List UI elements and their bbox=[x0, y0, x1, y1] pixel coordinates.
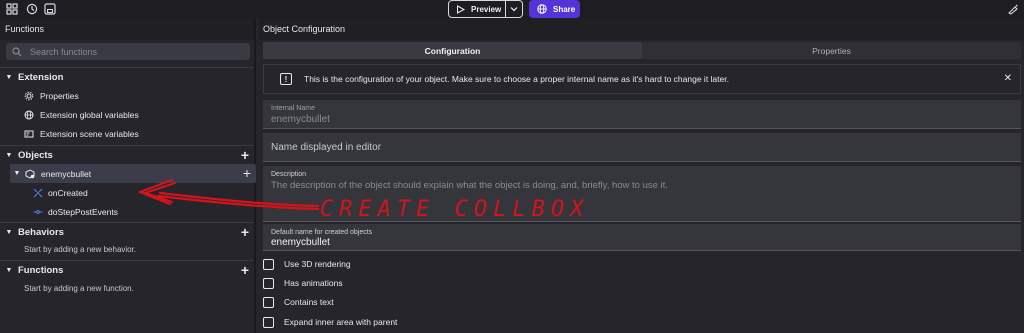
object-configuration-panel: Object Configuration Configuration Prope… bbox=[258, 18, 1024, 333]
checkbox-label: Use 3D rendering bbox=[284, 259, 351, 269]
share-button[interactable]: Share bbox=[529, 0, 580, 18]
functions-panel: Functions ▼ Extension Properties Extensi… bbox=[0, 18, 256, 333]
function-icon bbox=[33, 188, 43, 197]
save-icon[interactable] bbox=[43, 2, 57, 16]
preview-label: Preview bbox=[471, 4, 502, 14]
preview-dropdown-button[interactable] bbox=[506, 1, 522, 17]
checkbox-contains-text[interactable]: Contains text bbox=[263, 295, 334, 309]
gear-icon bbox=[24, 91, 34, 100]
checkbox-use-3d-rendering[interactable]: Use 3D rendering bbox=[263, 257, 351, 271]
add-function-icon[interactable]: + bbox=[241, 262, 249, 278]
play-icon bbox=[457, 4, 465, 14]
default-name-field[interactable]: Default name for created objects enemycb… bbox=[263, 224, 1021, 251]
chevron-down-icon: ▼ bbox=[5, 228, 13, 236]
history-icon[interactable] bbox=[25, 2, 39, 16]
display-name-field[interactable]: Name displayed in editor bbox=[263, 133, 1021, 162]
chevron-down-icon: ▼ bbox=[5, 151, 13, 159]
grid-icon[interactable] bbox=[5, 2, 19, 16]
function-label: onCreated bbox=[48, 187, 88, 198]
checkbox-box[interactable] bbox=[263, 277, 274, 289]
checkbox-box[interactable] bbox=[263, 258, 274, 270]
info-banner: ! This is the configuration of your obje… bbox=[263, 64, 1021, 94]
object-name: enemycbullet bbox=[41, 168, 92, 179]
checkbox-expand-inner-area[interactable]: Expand inner area with parent bbox=[263, 315, 397, 329]
extension-item-label: Extension global variables bbox=[40, 109, 139, 120]
section-behaviors[interactable]: ▼ Behaviors + bbox=[0, 222, 254, 241]
add-object-function-icon[interactable]: + bbox=[243, 165, 251, 181]
close-icon[interactable]: ✕ bbox=[1004, 73, 1012, 84]
share-label: Share bbox=[553, 4, 576, 14]
extension-item-properties[interactable]: Properties bbox=[0, 86, 254, 105]
object-function-dosteppostevents[interactable]: doStepPostEvents bbox=[0, 202, 254, 221]
paint-icon[interactable] bbox=[1006, 2, 1020, 16]
object-configuration-title: Object Configuration bbox=[258, 18, 1024, 40]
function-label: doStepPostEvents bbox=[48, 206, 118, 217]
info-icon: ! bbox=[280, 73, 292, 85]
chevron-down-icon: ▼ bbox=[5, 266, 13, 274]
checkbox-label: Contains text bbox=[284, 297, 334, 307]
extension-item-label: Extension scene variables bbox=[40, 128, 139, 139]
info-text: This is the configuration of your object… bbox=[304, 74, 729, 84]
tab-properties[interactable]: Properties bbox=[642, 42, 1021, 59]
chevron-down-icon: ▼ bbox=[5, 73, 13, 81]
add-object-icon[interactable]: + bbox=[241, 147, 249, 163]
default-name-value: enemycbullet bbox=[271, 237, 330, 248]
checkbox-label: Has animations bbox=[284, 278, 343, 288]
internal-name-label: Internal Name bbox=[271, 105, 315, 112]
globe-icon bbox=[24, 110, 34, 119]
checkbox-has-animations[interactable]: Has animations bbox=[263, 276, 343, 290]
config-tabs: Configuration Properties bbox=[263, 42, 1021, 59]
behaviors-empty-hint: Start by adding a new behavior. bbox=[24, 245, 137, 254]
internal-name-value: enemycbullet bbox=[271, 114, 330, 125]
extension-item-global-variables[interactable]: Extension global variables bbox=[0, 105, 254, 124]
search-input[interactable] bbox=[30, 46, 230, 57]
description-placeholder: The description of the object should exp… bbox=[271, 180, 668, 191]
description-label: Description bbox=[271, 171, 307, 178]
section-objects[interactable]: ▼ Objects + bbox=[0, 145, 254, 164]
tab-configuration[interactable]: Configuration bbox=[263, 42, 642, 59]
extension-item-scene-variables[interactable]: Extension scene variables bbox=[0, 124, 254, 143]
section-extension-label: Extension bbox=[18, 71, 64, 83]
functions-empty-hint: Start by adding a new function. bbox=[24, 284, 134, 293]
object-function-oncreated[interactable]: onCreated bbox=[0, 183, 254, 202]
display-name-placeholder: Name displayed in editor bbox=[271, 142, 382, 153]
checkbox-box[interactable] bbox=[263, 316, 274, 328]
section-objects-label: Objects bbox=[18, 149, 53, 161]
chevron-down-icon bbox=[510, 7, 518, 12]
top-toolbar: Preview Share bbox=[0, 0, 1024, 18]
default-name-label: Default name for created objects bbox=[271, 229, 373, 236]
section-behaviors-label: Behaviors bbox=[18, 226, 64, 238]
internal-name-field[interactable]: Internal Name enemycbullet bbox=[263, 100, 1021, 129]
globe-icon bbox=[537, 4, 547, 14]
checkbox-box[interactable] bbox=[263, 296, 274, 308]
description-field[interactable]: Description The description of the objec… bbox=[263, 166, 1021, 222]
add-behavior-icon[interactable]: + bbox=[241, 224, 249, 240]
search-bar[interactable] bbox=[6, 43, 250, 60]
section-functions-label: Functions bbox=[18, 264, 64, 276]
preview-button-group: Preview bbox=[448, 0, 523, 18]
object-icon bbox=[25, 168, 35, 179]
section-functions[interactable]: ▼ Functions + bbox=[0, 260, 254, 279]
object-item-enemycbullet[interactable]: ▼ enemycbullet + bbox=[10, 164, 256, 183]
checkbox-label: Expand inner area with parent bbox=[284, 317, 398, 327]
scene-icon bbox=[24, 130, 34, 137]
functions-panel-title: Functions bbox=[0, 18, 254, 40]
extension-item-label: Properties bbox=[40, 90, 79, 101]
function-icon bbox=[33, 209, 43, 214]
chevron-down-icon: ▼ bbox=[13, 170, 21, 177]
search-icon bbox=[12, 46, 22, 56]
section-extension[interactable]: ▼ Extension bbox=[0, 67, 254, 86]
preview-button[interactable]: Preview bbox=[449, 1, 507, 17]
